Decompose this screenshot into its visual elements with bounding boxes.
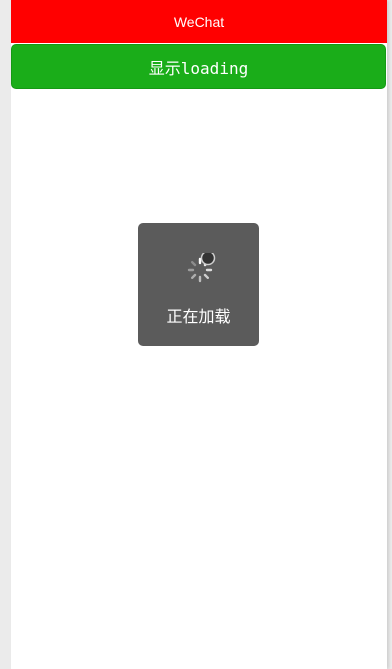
show-loading-button[interactable]: 显示loading <box>11 44 386 89</box>
phone-screen: WeChat 显示loading 正在加载 <box>11 0 387 669</box>
loading-spinner-icon <box>187 253 216 283</box>
show-loading-button-label: 显示loading <box>148 58 249 78</box>
navigation-bar: WeChat <box>11 0 387 43</box>
loading-toast: 正在加载 <box>138 223 259 346</box>
navbar-title: WeChat <box>173 13 225 30</box>
loading-toast-text: 正在加载 <box>166 307 231 326</box>
